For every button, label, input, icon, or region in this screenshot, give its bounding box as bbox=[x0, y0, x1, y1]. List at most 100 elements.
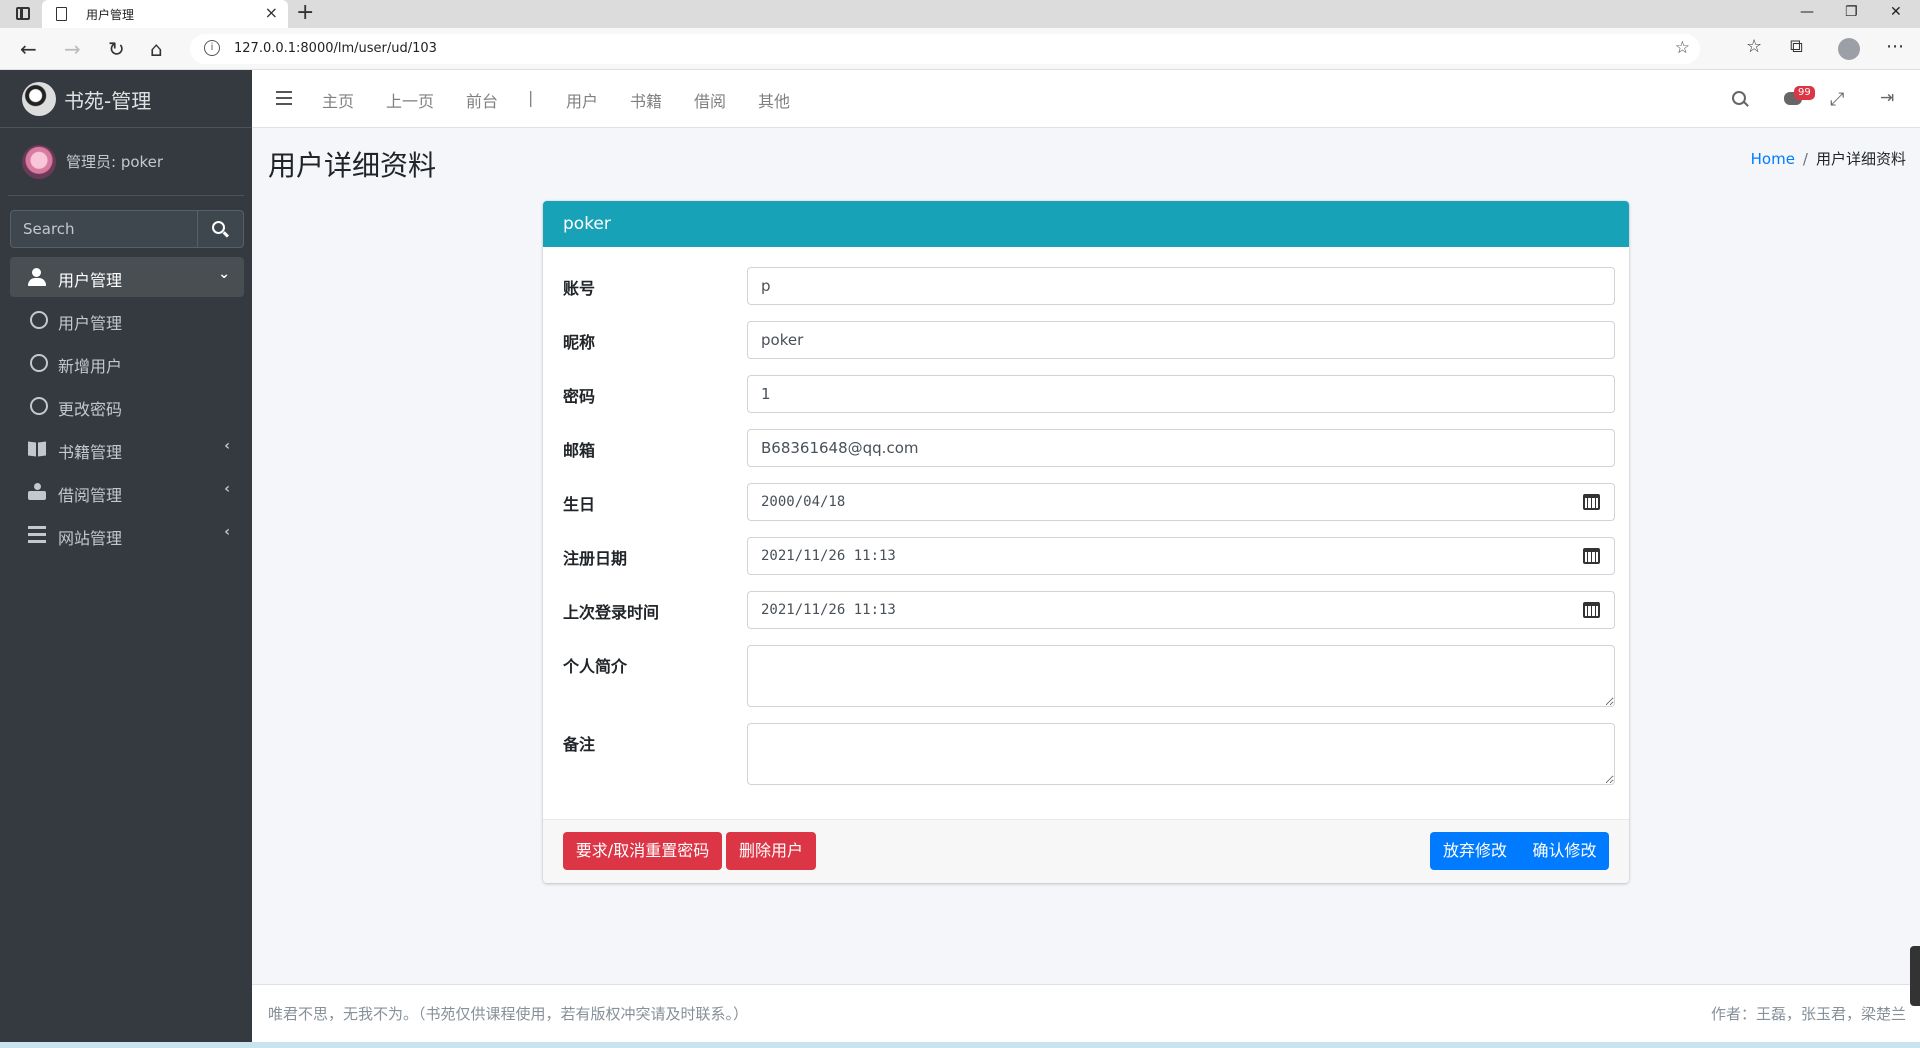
sidebar-item-label: 用户管理 bbox=[58, 314, 123, 333]
url-field[interactable]: i 127.0.0.1:8000/lm/user/ud/103 ☆ bbox=[190, 34, 1700, 64]
chevron-left-icon: ‹ bbox=[224, 481, 230, 497]
back-icon[interactable]: ← bbox=[20, 37, 37, 61]
favorites-icon[interactable]: ☆ bbox=[1746, 36, 1762, 57]
calendar-icon[interactable] bbox=[1583, 548, 1600, 564]
nav-link-frontend[interactable]: 前台 bbox=[466, 88, 498, 112]
admin-name[interactable]: 管理员: poker bbox=[66, 151, 163, 172]
circle-icon bbox=[30, 354, 48, 372]
nav-separator: | bbox=[528, 88, 534, 107]
nav-link-users[interactable]: 用户 bbox=[566, 88, 598, 112]
favorite-add-icon[interactable]: ☆ bbox=[1675, 38, 1690, 58]
page-icon bbox=[56, 7, 67, 21]
remark-textarea[interactable] bbox=[747, 723, 1615, 785]
register-date-value: 2021/11/26 11:13 bbox=[761, 548, 896, 564]
nav-link-other[interactable]: 其他 bbox=[758, 88, 790, 112]
user-panel: 管理员: poker bbox=[8, 128, 244, 196]
home-icon[interactable]: ⌂ bbox=[150, 37, 163, 61]
borrow-icon bbox=[28, 483, 46, 501]
last-login-value: 2021/11/26 11:13 bbox=[761, 602, 896, 618]
logout-icon[interactable]: ⇥ bbox=[1880, 88, 1894, 108]
account-label: 账号 bbox=[563, 279, 596, 298]
nav-link-home[interactable]: 主页 bbox=[322, 88, 354, 112]
minimize-icon[interactable]: — bbox=[1800, 4, 1814, 20]
footer-authors: 作者：王磊，张玉君，梁楚兰 bbox=[1710, 1005, 1906, 1023]
discard-changes-button[interactable]: 放弃修改 bbox=[1430, 832, 1520, 870]
register-date-label: 注册日期 bbox=[563, 549, 628, 568]
card-footer: 要求/取消重置密码 删除用户 放弃修改 确认修改 bbox=[543, 819, 1629, 883]
search-button[interactable] bbox=[198, 210, 244, 248]
account-field[interactable] bbox=[747, 267, 1615, 305]
brand-link[interactable]: 书苑-管理 bbox=[0, 70, 252, 128]
brand-text: 书苑-管理 bbox=[64, 89, 152, 113]
sidebar-item-label: 书籍管理 bbox=[58, 443, 123, 462]
password-field[interactable] bbox=[747, 375, 1615, 413]
top-navbar: 主页 上一页 前台 | 用户 书籍 借阅 其他 99 ⤢ ⇥ bbox=[252, 70, 1920, 128]
calendar-icon[interactable] bbox=[1583, 602, 1600, 618]
url-text: 127.0.0.1:8000/lm/user/ud/103 bbox=[234, 41, 437, 56]
sidebar-item-borrow-management[interactable]: 借阅管理 ‹ bbox=[10, 472, 244, 512]
menu-toggle-icon[interactable] bbox=[276, 91, 292, 105]
tab-title: 用户管理 bbox=[86, 8, 135, 22]
confirm-changes-button[interactable]: 确认修改 bbox=[1520, 832, 1609, 870]
nickname-field[interactable] bbox=[747, 321, 1615, 359]
restore-icon[interactable]: ❐ bbox=[1845, 4, 1858, 20]
search-input[interactable] bbox=[10, 210, 198, 248]
email-field[interactable] bbox=[747, 429, 1615, 467]
register-date-field[interactable]: 2021/11/26 11:13 bbox=[747, 537, 1615, 575]
info-icon[interactable]: i bbox=[204, 40, 220, 56]
collections-icon[interactable]: ⧉ bbox=[1790, 36, 1803, 57]
nav-link-borrow[interactable]: 借阅 bbox=[694, 88, 726, 112]
new-tab-icon[interactable]: + bbox=[296, 0, 314, 25]
sidebar-item-book-management[interactable]: 书籍管理 ‹ bbox=[10, 429, 244, 469]
sidebar-item-add-user[interactable]: 新增用户 bbox=[10, 343, 244, 383]
user-icon bbox=[28, 268, 46, 286]
circle-icon bbox=[30, 311, 48, 329]
sidebar-item-label: 借阅管理 bbox=[58, 486, 123, 505]
nav-link-books[interactable]: 书籍 bbox=[630, 88, 662, 112]
email-label: 邮箱 bbox=[563, 441, 596, 460]
nav-link-back[interactable]: 上一页 bbox=[386, 88, 434, 112]
close-tab-icon[interactable]: × bbox=[265, 3, 278, 22]
more-icon[interactable]: ⋯ bbox=[1886, 36, 1904, 57]
content-wrapper: 用户详细资料 Home / 用户详细资料 poker 账号 昵称 密码 邮箱 生日 … bbox=[252, 128, 1920, 984]
birthday-field[interactable]: 2000/04/18 bbox=[747, 483, 1615, 521]
avatar bbox=[22, 145, 56, 179]
last-login-field[interactable]: 2021/11/26 11:13 bbox=[747, 591, 1615, 629]
notification-badge: 99 bbox=[1794, 86, 1815, 100]
search-icon[interactable] bbox=[1732, 91, 1746, 105]
breadcrumb: Home / 用户详细资料 bbox=[1751, 148, 1906, 169]
book-icon bbox=[28, 440, 46, 458]
bio-textarea[interactable] bbox=[747, 645, 1615, 707]
address-bar: ← → ↻ ⌂ i 127.0.0.1:8000/lm/user/ud/103 … bbox=[0, 28, 1920, 70]
card-header: poker bbox=[543, 201, 1629, 247]
forward-icon[interactable]: → bbox=[64, 37, 81, 61]
remark-label: 备注 bbox=[563, 735, 596, 754]
refresh-icon[interactable]: ↻ bbox=[108, 37, 125, 61]
profile-avatar[interactable] bbox=[1838, 38, 1860, 60]
sidebar-item-site-management[interactable]: 网站管理 ‹ bbox=[10, 515, 244, 555]
calendar-icon[interactable] bbox=[1583, 494, 1600, 510]
page-title: 用户详细资料 bbox=[268, 149, 437, 182]
side-scroll-handle[interactable] bbox=[1910, 946, 1920, 1006]
breadcrumb-home-link[interactable]: Home bbox=[1751, 150, 1795, 168]
sidebar-item-label: 新增用户 bbox=[58, 357, 123, 376]
circle-icon bbox=[30, 397, 48, 415]
sidebar-item-user-management[interactable]: 用户管理 ⌄ bbox=[10, 257, 244, 297]
main-footer: 唯君不思，无我不为。（书苑仅供课程使用，若有版权冲突请及时联系。） 作者：王磊，… bbox=[252, 984, 1920, 1042]
sidebar: 书苑-管理 管理员: poker 用户管理 ⌄ 用户管理 新增用户 更改密码 bbox=[0, 70, 252, 1042]
delete-user-button[interactable]: 删除用户 bbox=[726, 832, 816, 870]
close-window-icon[interactable]: ✕ bbox=[1890, 4, 1902, 20]
sidebar-item-change-password[interactable]: 更改密码 bbox=[10, 386, 244, 426]
nickname-label: 昵称 bbox=[563, 333, 596, 352]
taskbar-strip bbox=[0, 1042, 1920, 1048]
sidebar-item-label: 网站管理 bbox=[58, 529, 123, 548]
sidebar-item-user-list[interactable]: 用户管理 bbox=[10, 300, 244, 340]
breadcrumb-current: 用户详细资料 bbox=[1815, 150, 1906, 168]
fullscreen-icon[interactable]: ⤢ bbox=[1830, 89, 1844, 110]
footer-motto: 唯君不思，无我不为。（书苑仅供课程使用，若有版权冲突请及时联系。） bbox=[268, 1005, 749, 1023]
breadcrumb-separator: / bbox=[1802, 150, 1808, 168]
tab-actions-icon[interactable] bbox=[16, 7, 30, 20]
reset-password-button[interactable]: 要求/取消重置密码 bbox=[563, 832, 722, 870]
brand-logo bbox=[22, 82, 56, 116]
browser-tab[interactable]: 用户管理 × bbox=[42, 0, 288, 28]
